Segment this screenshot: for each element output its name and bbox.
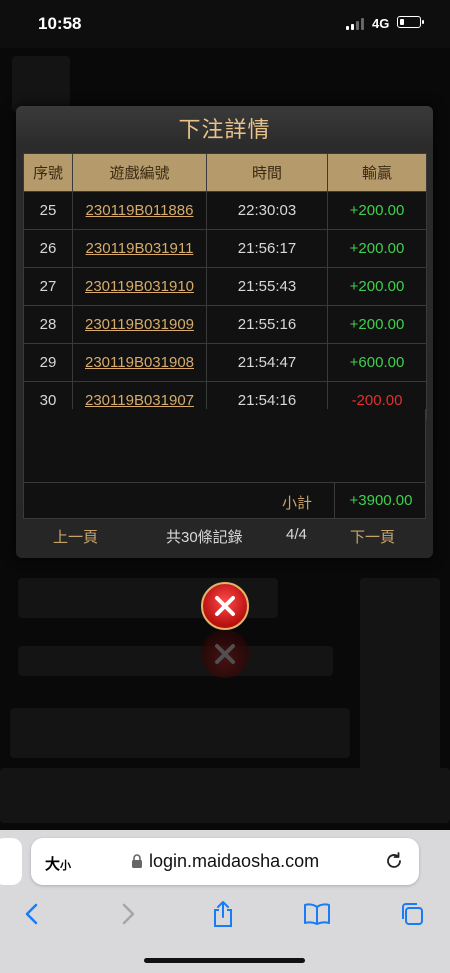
row-time: 21:55:43: [206, 267, 328, 306]
forward-button[interactable]: [113, 900, 143, 928]
avatar: [12, 56, 70, 112]
game-id-link[interactable]: 230119B031910: [72, 267, 207, 306]
table-row: 25 230119B011886 22:30:03 +200.00: [23, 191, 427, 230]
column-header-amount: 輸贏: [327, 153, 427, 192]
table-header: 序號 遊戲編號 時間 輸贏: [23, 153, 427, 192]
row-no: 27: [23, 267, 73, 306]
browser-chrome: 大小 login.maidaosha.com: [0, 830, 450, 973]
prev-page-button[interactable]: 上一頁: [53, 526, 98, 547]
chevron-left-icon: [25, 903, 38, 925]
next-page-button[interactable]: 下一頁: [350, 526, 395, 547]
text-size-small: 小: [60, 860, 72, 872]
home-indicator: [144, 958, 305, 963]
table-row: 28 230119B031909 21:55:16 +200.00: [23, 305, 427, 344]
divider: [334, 483, 335, 518]
close-icon: [215, 596, 235, 616]
row-time: 21:54:47: [206, 343, 328, 382]
status-time: 10:58: [38, 14, 82, 33]
row-no: 29: [23, 343, 73, 382]
network-label: 4G: [372, 16, 390, 31]
background-side-menu: [360, 578, 440, 778]
row-no: 28: [23, 305, 73, 344]
background-chip-row: [10, 708, 350, 758]
book-icon: [304, 903, 330, 925]
row-amount: +600.00: [327, 343, 427, 382]
subtotal-row: 小計 +3900.00: [23, 482, 426, 519]
game-id-link[interactable]: 230119B031908: [72, 343, 207, 382]
row-time: 22:30:03: [206, 191, 328, 230]
pagination: 上一頁 共30條記錄 4/4 下一頁: [23, 517, 426, 552]
subtotal-value: +3900.00: [349, 492, 413, 509]
row-no: 26: [23, 229, 73, 268]
back-button[interactable]: [17, 900, 47, 928]
table-row: 29 230119B031908 21:54:47 +600.00: [23, 343, 427, 382]
row-amount: +200.00: [327, 267, 427, 306]
row-amount: +200.00: [327, 305, 427, 344]
game-id-link[interactable]: 230119B031911: [72, 229, 207, 268]
background-panel: [18, 646, 333, 676]
reload-icon[interactable]: [383, 850, 405, 872]
text-size-label: 大: [45, 856, 61, 873]
status-bar: 10:58 4G: [0, 0, 450, 48]
table-row: 27 230119B031910 21:55:43 +200.00: [23, 267, 427, 306]
page-indicator: 4/4: [286, 526, 307, 543]
game-id-link[interactable]: 230119B011886: [72, 191, 207, 230]
close-button-reflection: [201, 630, 249, 678]
address-bar[interactable]: 大小 login.maidaosha.com: [31, 838, 419, 885]
tabs-icon: [402, 903, 423, 925]
column-header-game-id: 遊戲編號: [72, 153, 207, 192]
battery-icon: [397, 16, 424, 28]
share-icon: [214, 901, 232, 927]
subtotal-label: 小計: [282, 495, 313, 512]
text-size-button[interactable]: 大小: [45, 853, 71, 874]
background-bottom-nav: [0, 768, 450, 823]
row-no: 25: [23, 191, 73, 230]
record-count: 共30條記錄: [166, 529, 243, 546]
dialog-title: 下注詳情: [178, 117, 271, 142]
bookmarks-button[interactable]: [302, 900, 332, 928]
bet-details-dialog: 下注詳情 序號 遊戲編號 時間 輸贏 25 230119B011886 22:3…: [16, 106, 433, 558]
share-button[interactable]: [208, 900, 238, 928]
row-amount: +200.00: [327, 229, 427, 268]
signal-icon: [346, 18, 366, 30]
game-id-link[interactable]: 230119B031909: [72, 305, 207, 344]
lock-icon: [132, 854, 142, 868]
row-time: 21:55:16: [206, 305, 328, 344]
table-row: 26 230119B031911 21:56:17 +200.00: [23, 229, 427, 268]
row-amount: +200.00: [327, 191, 427, 230]
bet-table: 序號 遊戲編號 時間 輸贏 25 230119B011886 22:30:03 …: [23, 153, 427, 420]
chevron-right-icon: [122, 903, 135, 925]
table-empty-area: [23, 409, 426, 483]
column-header-time: 時間: [206, 153, 328, 192]
close-button[interactable]: [201, 582, 249, 630]
url-text: login.maidaosha.com: [149, 851, 320, 871]
previous-tab[interactable]: [0, 838, 22, 885]
column-header-no: 序號: [23, 153, 73, 192]
tabs-button[interactable]: [397, 900, 427, 928]
row-time: 21:56:17: [206, 229, 328, 268]
